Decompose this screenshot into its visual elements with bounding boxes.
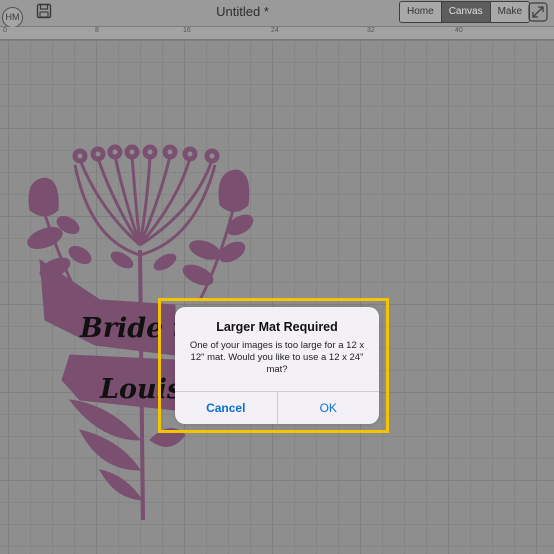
dialog-title: Larger Mat Required bbox=[216, 320, 338, 334]
cancel-button[interactable]: Cancel bbox=[175, 392, 278, 424]
ok-button[interactable]: OK bbox=[278, 392, 380, 424]
dialog-message: One of your images is too large for a 12… bbox=[189, 340, 365, 375]
dialog-actions: Cancel OK bbox=[175, 391, 379, 424]
floral-artwork[interactable]: Bride to Louisa bbox=[0, 0, 554, 554]
larger-mat-dialog: Larger Mat Required One of your images i… bbox=[175, 307, 379, 424]
